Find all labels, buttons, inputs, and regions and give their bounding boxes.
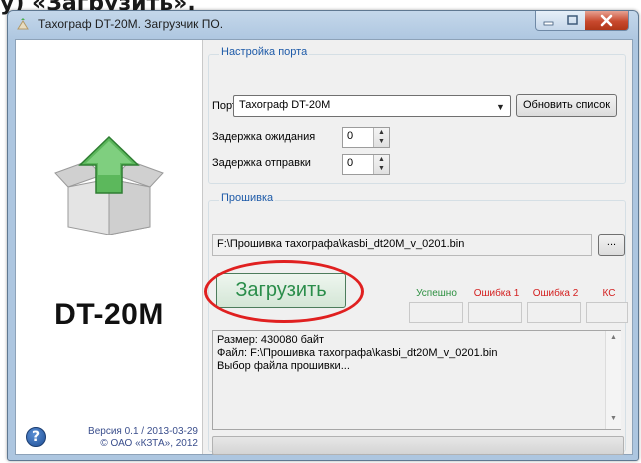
- left-panel: DT-20M ? Версия 0.1 / 2013-03-29 © ОАО «…: [16, 40, 203, 454]
- send-delay-spinner[interactable]: 0 ▲ ▼: [342, 154, 390, 175]
- log-scrollbar[interactable]: ▲ ▼: [605, 331, 621, 429]
- firmware-title: Прошивка: [219, 192, 276, 204]
- status-error1-box: [468, 302, 522, 323]
- maximize-button[interactable]: [560, 11, 586, 31]
- window-title: Тахограф DT-20M. Загрузчик ПО.: [38, 17, 224, 31]
- port-dropdown-value: Тахограф DT-20M: [239, 99, 331, 111]
- scroll-down-icon[interactable]: ▼: [606, 415, 621, 422]
- send-delay-label: Задержка отправки: [212, 157, 311, 169]
- highlight-circle: [204, 260, 364, 323]
- log-line: Выбор файла прошивки...: [217, 360, 350, 372]
- firmware-path-value: F:\Прошивка тахографа\kasbi_dt20M_v_0201…: [217, 238, 465, 250]
- app-window: Тахограф DT-20M. Загрузчик ПО. DT-20M ? …: [7, 10, 639, 461]
- wait-delay-spinner[interactable]: 0 ▲ ▼: [342, 127, 390, 148]
- refresh-list-button[interactable]: Обновить список: [516, 94, 617, 117]
- device-name: DT-20M: [54, 298, 164, 331]
- minimize-icon: [543, 21, 554, 26]
- status-error2-label: Ошибка 2: [532, 288, 579, 299]
- chevron-down-icon: ▼: [496, 102, 505, 112]
- status-cs-box: [586, 302, 628, 323]
- log-textbox[interactable]: Размер: 430080 байт Файл: F:\Прошивка та…: [212, 330, 621, 430]
- spinner-arrows-icon[interactable]: ▲ ▼: [373, 128, 389, 147]
- client-area: DT-20M ? Версия 0.1 / 2013-03-29 © ОАО «…: [15, 39, 633, 455]
- browse-button[interactable]: ...: [598, 234, 625, 256]
- title-bar[interactable]: Тахограф DT-20M. Загрузчик ПО.: [8, 11, 638, 39]
- status-success-label: Успешно: [416, 288, 457, 299]
- close-icon: [600, 14, 613, 27]
- send-delay-value: 0: [347, 157, 354, 169]
- version-label: Версия 0.1 / 2013-03-29: [88, 426, 198, 437]
- app-icon: [17, 18, 29, 30]
- help-icon[interactable]: ?: [26, 427, 46, 447]
- status-success-box: [409, 302, 463, 323]
- firmware-path-field[interactable]: F:\Прошивка тахографа\kasbi_dt20M_v_0201…: [212, 234, 592, 256]
- wait-delay-label: Задержка ожидания: [212, 131, 316, 143]
- status-error1-label: Ошибка 1: [473, 288, 520, 299]
- log-line: Размер: 430080 байт: [217, 334, 325, 346]
- log-line: Файл: F:\Прошивка тахографа\kasbi_dt20M_…: [217, 347, 498, 359]
- copyright-label: © ОАО «КЗТА», 2012: [100, 438, 198, 449]
- version-info: Версия 0.1 / 2013-03-29 © ОАО «КЗТА», 20…: [58, 426, 198, 450]
- maximize-icon: [567, 15, 578, 25]
- minimize-button[interactable]: [535, 11, 562, 31]
- port-dropdown[interactable]: Тахограф DT-20M ▼: [233, 95, 511, 117]
- upload-box-icon: [54, 135, 164, 235]
- wait-delay-value: 0: [347, 130, 354, 142]
- port-settings-title: Настройка порта: [219, 46, 310, 58]
- progress-bar: [212, 436, 624, 455]
- close-button[interactable]: [585, 11, 629, 31]
- status-error2-box: [527, 302, 581, 323]
- spinner-arrows-icon[interactable]: ▲ ▼: [373, 155, 389, 174]
- scroll-up-icon[interactable]: ▲: [606, 334, 621, 341]
- status-cs-label: КС: [602, 288, 616, 299]
